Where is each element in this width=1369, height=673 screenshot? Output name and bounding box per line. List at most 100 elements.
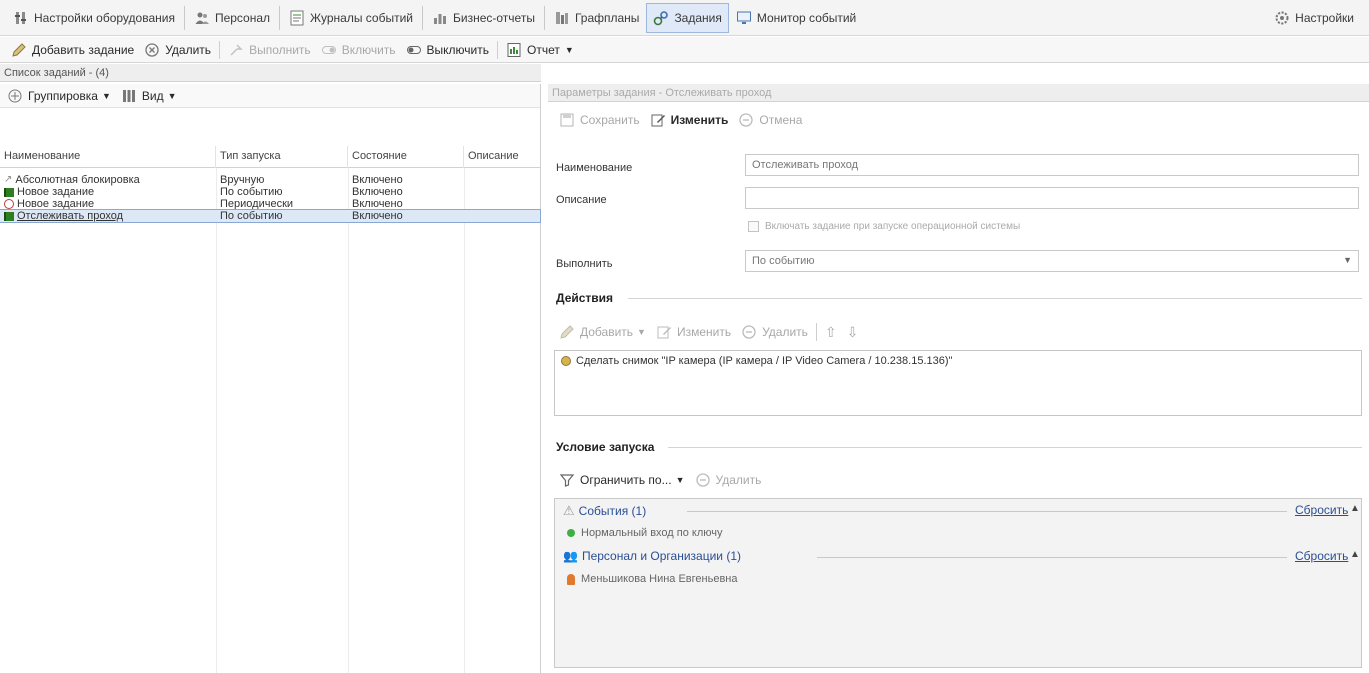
toolbar-divider bbox=[815, 323, 817, 341]
os-start-checkbox-row[interactable]: Включать задание при запуске операционно… bbox=[748, 221, 1020, 232]
button-label: Сохранить bbox=[580, 113, 640, 127]
table-row[interactable]: Новое задание По событию Включено bbox=[0, 186, 540, 198]
task-state: Включено bbox=[352, 210, 403, 222]
chevron-down-icon: ▼ bbox=[167, 90, 177, 101]
personnel-group-header[interactable]: 👥 Персонал и Организации (1) bbox=[563, 549, 741, 563]
events-group-header[interactable]: ⚠ События (1) bbox=[563, 503, 646, 519]
floorplan-icon bbox=[554, 10, 570, 26]
description-field[interactable] bbox=[745, 187, 1359, 209]
nav-tasks[interactable]: Задания bbox=[646, 2, 729, 33]
delete-icon bbox=[695, 472, 711, 488]
nav-label: Задания bbox=[674, 10, 722, 25]
column-header-launch-type[interactable]: Тип запуска bbox=[216, 146, 348, 168]
delete-button[interactable]: Удалить bbox=[139, 39, 216, 61]
task-description bbox=[464, 210, 540, 222]
nav-hardware-settings[interactable]: Настройки оборудования bbox=[6, 3, 182, 33]
name-label: Наименование bbox=[556, 162, 633, 174]
report-dropdown[interactable]: Отчет ▼ bbox=[501, 39, 579, 61]
button-label: Отчет bbox=[527, 42, 560, 57]
task-name-cell: Новое задание bbox=[0, 198, 216, 210]
move-down-icon[interactable]: ⇩ bbox=[842, 321, 864, 343]
cancel-button[interactable]: Отмена bbox=[733, 109, 807, 131]
personnel-icon: 👥 bbox=[563, 549, 578, 563]
nav-business-reports[interactable]: Бизнес-отчеты bbox=[425, 3, 542, 33]
list-item[interactable]: Сделать снимок "IP камера (IP камера / I… bbox=[561, 355, 1355, 367]
button-label: Добавить bbox=[580, 325, 634, 339]
group-title: События (1) bbox=[578, 504, 647, 518]
task-list-subbar: Группировка ▼ Вид ▼ bbox=[0, 84, 540, 108]
nav-personnel[interactable]: Персонал bbox=[187, 3, 277, 33]
reset-personnel-link[interactable]: Сбросить bbox=[1295, 549, 1348, 563]
condition-toolbar: Ограничить по... ▼ Удалить bbox=[554, 468, 766, 492]
chevron-down-icon: ▼ bbox=[101, 90, 111, 101]
grouping-dropdown[interactable]: Группировка ▼ bbox=[2, 85, 116, 107]
disable-button[interactable]: Выключить bbox=[401, 39, 494, 61]
launch-condition-title: Условие запуска bbox=[556, 440, 655, 454]
button-label: Изменить bbox=[676, 325, 732, 339]
task-name: Отслеживать проход bbox=[17, 210, 124, 222]
table-row[interactable]: ↗ Абсолютная блокировка Вручную Включено bbox=[0, 174, 540, 186]
delete-action-button[interactable]: Удалить bbox=[736, 321, 813, 343]
column-divider bbox=[464, 168, 465, 673]
execute-select[interactable]: По событию ▼ bbox=[745, 250, 1359, 272]
main-nav: Настройки оборудования Персонал Журналы … bbox=[0, 0, 1369, 36]
nav-divider bbox=[422, 5, 424, 30]
table-row-selected[interactable]: Отслеживать проход По событию Включено bbox=[0, 209, 541, 223]
flag-icon bbox=[4, 211, 14, 221]
enable-button[interactable]: Включить bbox=[316, 39, 401, 61]
reset-events-link[interactable]: Сбросить bbox=[1295, 503, 1348, 517]
checkbox[interactable] bbox=[748, 221, 759, 232]
task-description bbox=[464, 198, 540, 210]
conditions-box: ⚠ События (1) Сбросить ▲ Нормальный вход… bbox=[554, 498, 1362, 668]
table-row[interactable]: Новое задание Периодически Включено bbox=[0, 198, 540, 210]
columns-icon bbox=[121, 88, 137, 104]
nav-label: Монитор событий bbox=[756, 10, 857, 25]
execute-label: Выполнить bbox=[556, 258, 613, 270]
task-name-cell: Новое задание bbox=[0, 186, 216, 198]
nav-event-monitor[interactable]: Монитор событий bbox=[729, 3, 863, 33]
collapse-icon[interactable]: ▲ bbox=[1350, 503, 1360, 514]
button-label: Вид bbox=[141, 88, 164, 103]
person-icon bbox=[567, 573, 575, 585]
nav-settings[interactable]: Настройки bbox=[1267, 3, 1361, 33]
delete-icon bbox=[741, 324, 757, 340]
name-field[interactable]: Отслеживать проход bbox=[745, 154, 1359, 176]
list-item[interactable]: Нормальный вход по ключу bbox=[567, 527, 723, 539]
add-task-button[interactable]: Добавить задание bbox=[6, 39, 139, 61]
nav-divider bbox=[279, 5, 281, 30]
button-label: Удалить bbox=[165, 42, 212, 57]
chevron-down-icon: ▼ bbox=[637, 327, 646, 337]
column-header-name[interactable]: Наименование bbox=[0, 146, 216, 168]
nav-floorplans[interactable]: Графпланы bbox=[547, 3, 646, 33]
checkbox-label: Включать задание при запуске операционно… bbox=[765, 221, 1021, 232]
button-label: Удалить bbox=[762, 325, 808, 339]
toolbar-divider bbox=[497, 40, 498, 59]
main-toolbar: Добавить задание Удалить Выполнить Включ… bbox=[0, 37, 1369, 63]
column-header-description[interactable]: Описание bbox=[464, 146, 540, 168]
toggle-off-icon bbox=[406, 42, 422, 58]
pencil-icon bbox=[11, 42, 27, 58]
collapse-icon[interactable]: ▲ bbox=[1350, 549, 1360, 560]
section-divider bbox=[668, 447, 1362, 448]
event-log-icon bbox=[289, 10, 305, 26]
edit-button[interactable]: Изменить bbox=[645, 109, 734, 131]
task-state: Включено bbox=[352, 186, 403, 198]
save-icon bbox=[559, 112, 575, 128]
condition-item-label: Меньшикова Нина Евгеньевна bbox=[581, 573, 738, 585]
group-title: Персонал и Организации (1) bbox=[581, 549, 741, 563]
restrict-by-dropdown[interactable]: Ограничить по... ▼ bbox=[554, 469, 690, 491]
move-up-icon[interactable]: ⇧ bbox=[820, 321, 842, 343]
edit-action-button[interactable]: Изменить bbox=[651, 321, 736, 343]
nav-event-logs[interactable]: Журналы событий bbox=[282, 3, 420, 33]
button-label: Отмена bbox=[759, 113, 803, 127]
button-label: Выключить bbox=[426, 42, 489, 57]
view-dropdown[interactable]: Вид ▼ bbox=[116, 85, 182, 107]
list-item[interactable]: Меньшикова Нина Евгеньевна bbox=[567, 573, 738, 585]
delete-condition-button[interactable]: Удалить bbox=[690, 469, 767, 491]
save-button[interactable]: Сохранить bbox=[554, 109, 645, 131]
execute-button[interactable]: Выполнить bbox=[223, 39, 316, 61]
column-header-state[interactable]: Состояние bbox=[348, 146, 464, 168]
nav-label: Настройки оборудования bbox=[34, 10, 175, 25]
column-divider bbox=[216, 168, 217, 673]
add-action-button[interactable]: Добавить ▼ bbox=[554, 321, 651, 343]
